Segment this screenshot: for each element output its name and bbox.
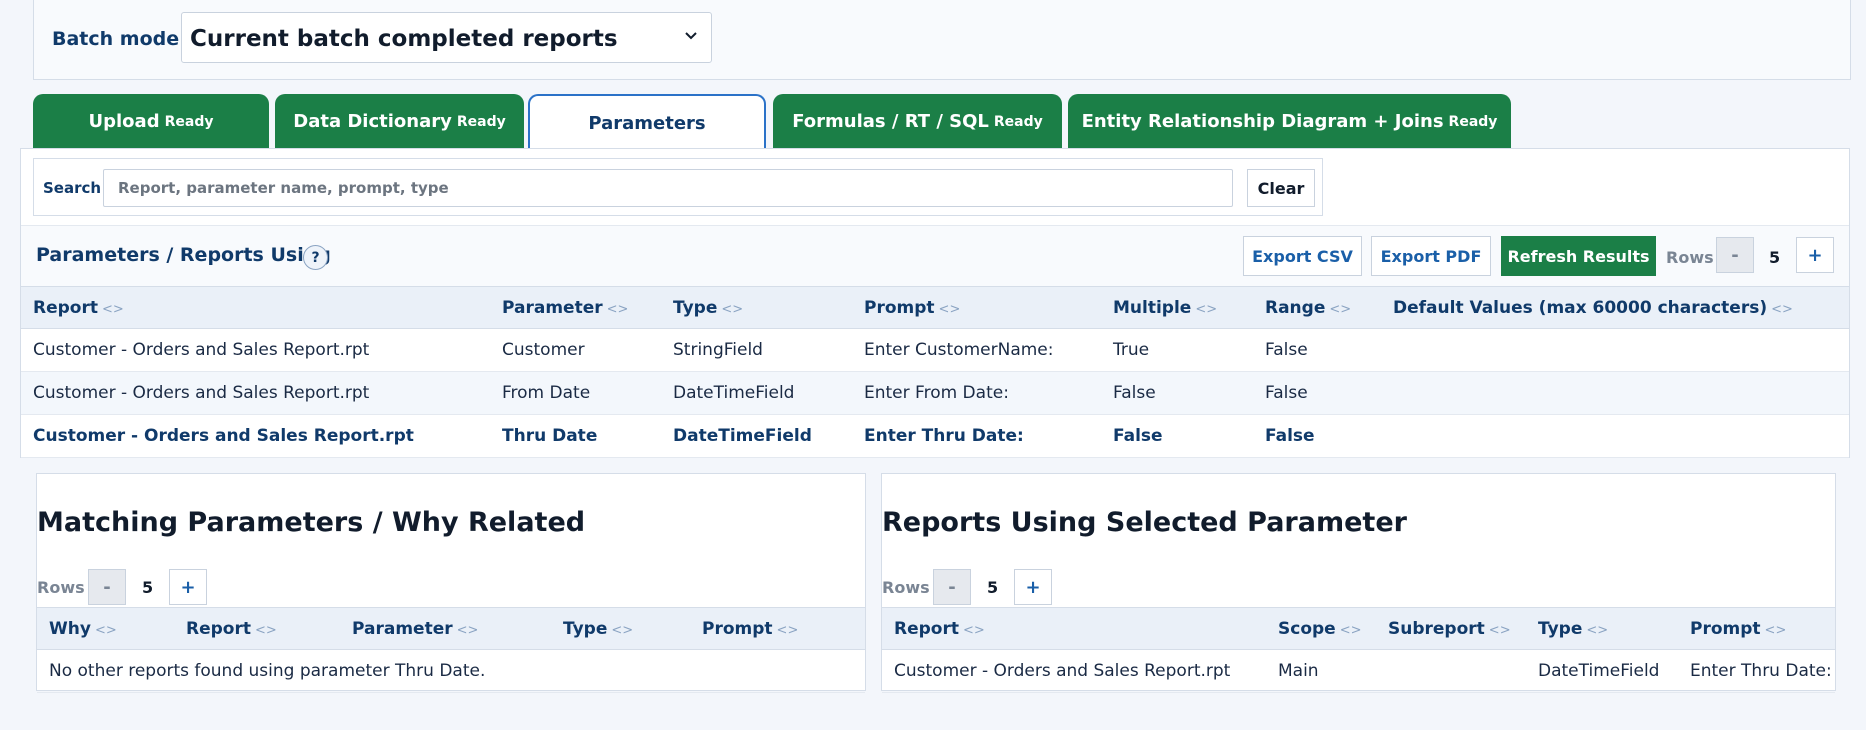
table-row[interactable]: Customer - Orders and Sales Report.rpt M… [882, 649, 1835, 693]
column-header-scope[interactable]: Scope <> [1266, 607, 1376, 650]
tab-parameters[interactable]: Parameters [528, 94, 766, 151]
help-icon[interactable]: ? [303, 245, 328, 270]
search-bar: Search Clear [33, 158, 1323, 216]
rows-decrease-button[interactable]: - [1716, 237, 1754, 273]
column-header-multiple[interactable]: Multiple <> [1101, 286, 1253, 329]
export-csv-button[interactable]: Export CSV [1243, 236, 1362, 276]
batch-mode-value: Current batch completed reports [190, 26, 618, 52]
table-row[interactable]: Customer - Orders and Sales Report.rpt F… [21, 371, 1849, 415]
section-title: Parameters / Reports Using [36, 244, 331, 266]
tab-entity-relationship-status: Ready [1448, 113, 1498, 130]
column-header-range[interactable]: Range <> [1253, 286, 1381, 329]
column-header-report[interactable]: Report <> [882, 607, 1266, 650]
tab-data-dictionary-label: Data Dictionary [293, 111, 452, 132]
column-header-prompt[interactable]: Prompt <> [1678, 607, 1835, 650]
batch-mode-bar: Batch mode Current batch completed repor… [33, 0, 1851, 80]
tab-upload-label: Upload [88, 111, 160, 132]
column-header-parameter[interactable]: Parameter <> [340, 607, 551, 650]
search-input[interactable] [103, 169, 1233, 207]
parameters-panel: Search Clear Parameters / Reports Using … [20, 148, 1850, 458]
tab-upload-status: Ready [164, 113, 214, 130]
export-pdf-button[interactable]: Export PDF [1371, 236, 1491, 276]
table-header-row: Report <> Parameter <> Type <> Prompt <> Mul… [21, 286, 1849, 329]
search-label: Search [43, 179, 102, 197]
rows-value: 5 [142, 578, 154, 597]
tab-data-dictionary[interactable]: Data Dictionary Ready [275, 94, 524, 149]
tab-formulas[interactable]: Formulas / RT / SQL Ready [773, 94, 1062, 149]
parameters-table: Report <> Parameter <> Type <> Prompt <> Mul… [21, 286, 1849, 458]
tab-parameters-label: Parameters [588, 113, 706, 134]
column-header-prompt[interactable]: Prompt <> [852, 286, 1101, 329]
matching-parameters-table: Why <> Report <> Parameter <> Type <> Prompt… [37, 607, 865, 693]
reports-using-title: Reports Using Selected Parameter [882, 507, 1407, 538]
column-header-parameter[interactable]: Parameter <> [490, 286, 661, 329]
tab-entity-relationship-label: Entity Relationship Diagram + Joins [1081, 111, 1444, 132]
table-row[interactable]: Customer - Orders and Sales Report.rpt C… [21, 328, 1849, 372]
batch-mode-select[interactable]: Current batch completed reports [181, 12, 712, 63]
rows-value: 5 [1769, 248, 1781, 267]
parameters-section-header: Parameters / Reports Using ? Export CSV … [21, 225, 1849, 287]
tab-entity-relationship[interactable]: Entity Relationship Diagram + Joins Ready [1068, 94, 1511, 149]
table-header-row: Report <> Scope <> Subreport <> Type <> Prom… [882, 607, 1835, 650]
column-header-type[interactable]: Type <> [551, 607, 690, 650]
empty-row: No other reports found using parameter T… [37, 649, 865, 693]
rows-value: 5 [987, 578, 999, 597]
rows-label: Rows [37, 578, 85, 597]
column-header-report[interactable]: Report <> [174, 607, 340, 650]
reports-using-card: Reports Using Selected Parameter Rows - … [881, 473, 1836, 693]
column-header-subreport[interactable]: Subreport <> [1376, 607, 1526, 650]
rows-increase-button[interactable]: + [169, 569, 207, 605]
column-header-report[interactable]: Report <> [21, 286, 490, 329]
reports-using-table: Report <> Scope <> Subreport <> Type <> Prom… [882, 607, 1835, 693]
refresh-results-button[interactable]: Refresh Results [1501, 236, 1656, 276]
column-header-type[interactable]: Type <> [1526, 607, 1678, 650]
empty-message: No other reports found using parameter T… [37, 649, 865, 693]
tab-upload[interactable]: Upload Ready [33, 94, 269, 149]
table-header-row: Why <> Report <> Parameter <> Type <> Prompt… [37, 607, 865, 650]
rows-increase-button[interactable]: + [1014, 569, 1052, 605]
batch-mode-label: Batch mode [52, 28, 180, 50]
rows-increase-button[interactable]: + [1796, 237, 1834, 273]
tab-formulas-status: Ready [993, 113, 1043, 130]
clear-button[interactable]: Clear [1247, 169, 1315, 207]
column-header-type[interactable]: Type <> [661, 286, 852, 329]
rows-decrease-button[interactable]: - [933, 569, 971, 605]
tab-formulas-label: Formulas / RT / SQL [792, 111, 989, 132]
column-header-default-values[interactable]: Default Values (max 60000 characters) <> [1381, 286, 1849, 329]
matching-parameters-card: Matching Parameters / Why Related Rows -… [36, 473, 866, 693]
rows-decrease-button[interactable]: - [88, 569, 126, 605]
rows-label: Rows [1666, 248, 1714, 267]
matching-parameters-title: Matching Parameters / Why Related [37, 507, 586, 538]
column-header-prompt[interactable]: Prompt <> [690, 607, 865, 650]
chevron-down-icon [685, 32, 697, 40]
rows-label: Rows [882, 578, 930, 597]
table-row-selected[interactable]: Customer - Orders and Sales Report.rpt T… [21, 414, 1849, 458]
tab-data-dictionary-status: Ready [456, 113, 506, 130]
column-header-why[interactable]: Why <> [37, 607, 174, 650]
